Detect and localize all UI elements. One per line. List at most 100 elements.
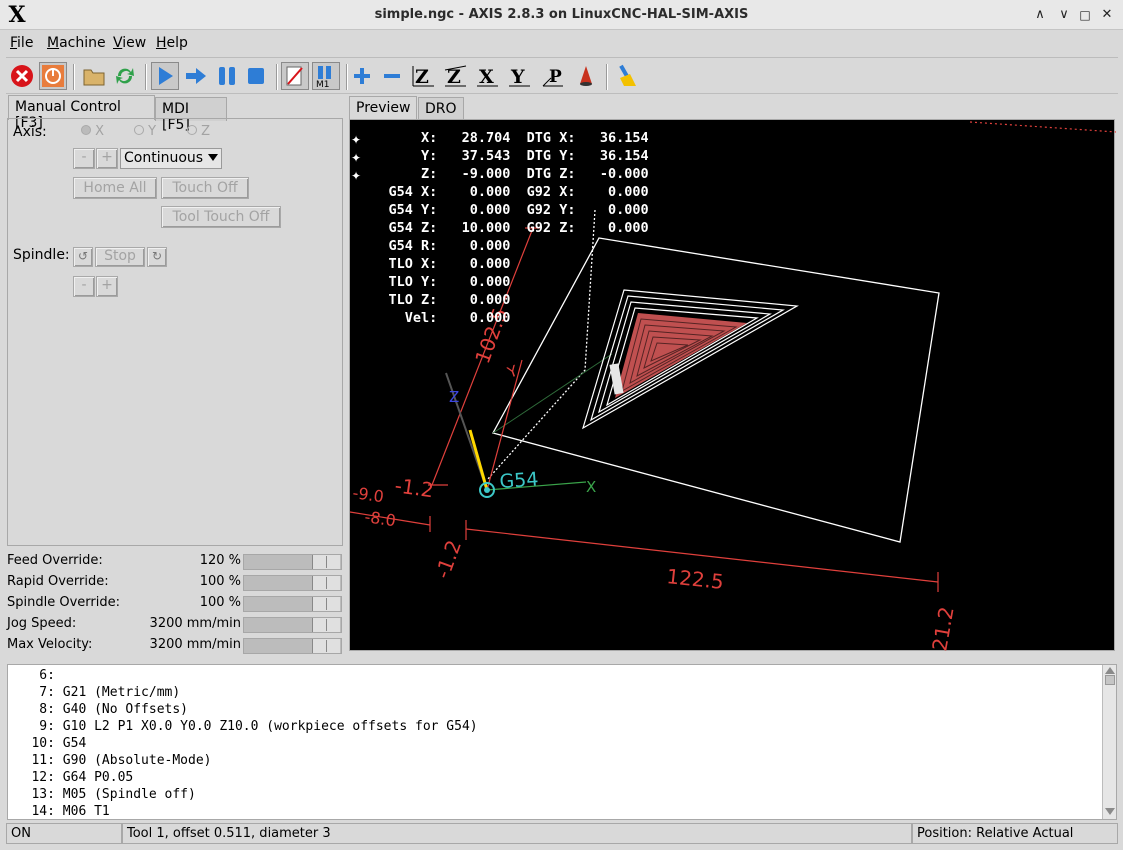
dim-z3-label: -8.0 — [363, 507, 397, 530]
slider-handle[interactable] — [312, 639, 340, 653]
jog-plus-button[interactable]: + — [96, 148, 118, 169]
svg-text:Y: Y — [510, 66, 525, 88]
feed-override-value: 120 % — [199, 553, 241, 568]
pause-icon[interactable] — [213, 62, 241, 90]
spindle-cw-icon[interactable]: ↻ — [147, 247, 167, 267]
view-z-icon[interactable]: Z — [410, 62, 438, 90]
spindle-override-value: 100 % — [199, 595, 241, 610]
spindle-override-label: Spindle Override: — [7, 595, 120, 610]
code-line[interactable]: 6: — [8, 667, 1116, 684]
clear-plot-icon[interactable] — [614, 62, 642, 90]
axis-x-label: X — [586, 478, 596, 496]
optional-stop-label: M1 — [316, 80, 330, 88]
spindle-slower-button[interactable]: - — [73, 276, 95, 297]
axis-radio-y[interactable]: Y — [134, 124, 156, 139]
code-line[interactable]: 12: G64 P0.05 — [8, 769, 1116, 786]
menu-machine-rest: achine — [59, 35, 106, 51]
scroll-thumb[interactable] — [1105, 675, 1115, 685]
max-velocity-slider[interactable] — [243, 638, 342, 654]
axis-radio-z[interactable]: Z — [187, 124, 210, 139]
zoom-out-icon[interactable] — [378, 62, 406, 90]
tool-info: Tool 1, offset 0.511, diameter 3 — [122, 823, 912, 844]
code-scrollbar[interactable] — [1102, 665, 1116, 819]
window-close-icon[interactable]: ✕ — [1098, 6, 1116, 24]
dro-row: X: 28.704 DTG X: 36.154 — [356, 130, 649, 146]
dro-row: G54 Y: 0.000 G92 Y: 0.000 — [356, 202, 649, 218]
slider-handle[interactable] — [312, 555, 340, 569]
optional-stop-icon[interactable]: M1 — [312, 62, 340, 90]
dim-width-label: 122.5 — [665, 564, 724, 594]
view-z2-icon[interactable]: Z — [442, 62, 470, 90]
menu-machine[interactable]: Machine — [47, 35, 106, 51]
window-maximize-icon[interactable]: □ — [1076, 6, 1094, 24]
svg-text:Z: Z — [415, 66, 429, 88]
view-x-icon[interactable]: X — [474, 62, 502, 90]
tab-manual-control[interactable]: Manual Control [F3] — [8, 95, 155, 131]
stop-icon[interactable] — [242, 62, 270, 90]
touch-off-button[interactable]: Touch Off — [161, 177, 249, 199]
axis-label: Axis: — [13, 124, 47, 140]
spindle-faster-button[interactable]: + — [96, 276, 118, 297]
tool-touch-off-button[interactable]: Tool Touch Off — [161, 206, 281, 228]
code-line[interactable]: 7: G21 (Metric/mm) — [8, 684, 1116, 701]
dro-row: Vel: 0.000 — [356, 310, 511, 326]
code-line[interactable]: 10: G54 — [8, 735, 1116, 752]
code-line[interactable]: 14: M06 T1 — [8, 803, 1116, 820]
open-file-icon[interactable] — [80, 62, 108, 90]
scroll-down-icon[interactable] — [1105, 808, 1115, 815]
menu-file[interactable]: File — [10, 35, 33, 51]
jog-minus-button[interactable]: - — [73, 148, 95, 169]
menu-view[interactable]: View — [113, 35, 146, 51]
tab-preview[interactable]: Preview — [349, 96, 417, 121]
scroll-up-icon[interactable] — [1105, 667, 1115, 674]
dro-row: TLO Y: 0.000 — [356, 274, 511, 290]
zoom-in-icon[interactable] — [348, 62, 376, 90]
step-icon[interactable] — [182, 62, 210, 90]
code-line[interactable]: 13: M05 (Spindle off) — [8, 786, 1116, 803]
svg-text:P: P — [549, 67, 562, 87]
code-line[interactable]: 8: G40 (No Offsets) — [8, 701, 1116, 718]
view-p-icon[interactable]: P — [540, 62, 568, 90]
spindle-override-slider[interactable] — [243, 596, 342, 612]
axis-y-label: Y — [148, 124, 157, 139]
view-y-icon[interactable]: Y — [506, 62, 534, 90]
reload-icon[interactable] — [111, 62, 139, 90]
run-icon[interactable] — [151, 62, 179, 90]
jog-increment-select[interactable]: Continuous — [120, 148, 222, 169]
dro-row: Y: 37.543 DTG Y: 36.154 — [356, 148, 649, 164]
home-all-button[interactable]: Home All — [73, 177, 157, 199]
radio-x-icon — [81, 125, 91, 135]
rapid-override-slider[interactable] — [243, 575, 342, 591]
axis-radio-x[interactable]: X — [81, 124, 104, 139]
spindle-label: Spindle: — [13, 247, 70, 263]
rapid-override-label: Rapid Override: — [7, 574, 109, 589]
code-line[interactable]: 9: G10 L2 P1 X0.0 Y0.0 Z10.0 (workpiece … — [8, 718, 1116, 735]
dro-overlay: X: 28.704 DTG X: 36.154 Y: 37.543 DTG Y:… — [356, 129, 649, 327]
toolbar-separator — [276, 64, 278, 90]
menu-view-rest: iew — [122, 35, 147, 51]
jog-speed-label: Jog Speed: — [7, 616, 77, 631]
rotate-view-icon[interactable] — [572, 62, 600, 90]
spindle-stop-button[interactable]: Stop — [95, 247, 145, 267]
menu-help[interactable]: Help — [156, 35, 188, 51]
window-minimize-icon[interactable]: ∨ — [1055, 6, 1073, 24]
axis-x-label: X — [95, 124, 105, 139]
gcode-listing[interactable]: 6: 7: G21 (Metric/mm) 8: G40 (No Offsets… — [7, 664, 1117, 820]
dim-z2-label: -9.0 — [351, 483, 385, 506]
slider-handle[interactable] — [312, 618, 340, 632]
spindle-ccw-icon[interactable]: ↺ — [73, 247, 93, 267]
window-shade-icon[interactable]: ∧ — [1031, 6, 1049, 24]
jog-speed-slider[interactable] — [243, 617, 342, 633]
slider-handle[interactable] — [312, 597, 340, 611]
feed-override-slider[interactable] — [243, 554, 342, 570]
dro-row: TLO X: 0.000 — [356, 256, 511, 272]
estop-icon[interactable] — [8, 62, 36, 90]
machine-power-icon[interactable] — [39, 62, 67, 90]
axis-z-label: Z — [449, 388, 459, 406]
tab-dro[interactable]: DRO — [418, 97, 464, 121]
code-line[interactable]: 11: G90 (Absolute-Mode) — [8, 752, 1116, 769]
block-delete-icon[interactable] — [281, 62, 309, 90]
svg-text:X: X — [479, 66, 494, 88]
slider-handle[interactable] — [312, 576, 340, 590]
title-bar: X simple.ngc - AXIS 2.8.3 on LinuxCNC-HA… — [0, 0, 1123, 30]
